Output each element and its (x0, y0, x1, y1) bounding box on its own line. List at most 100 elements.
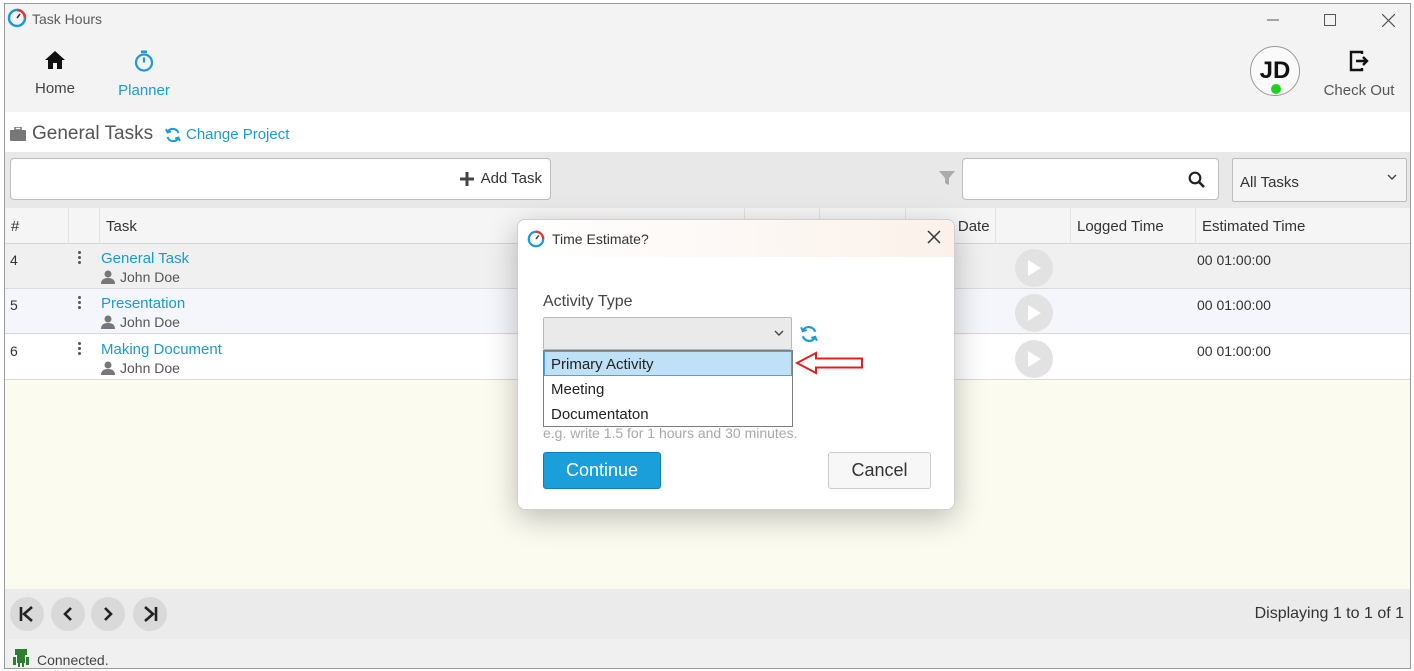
check-out-label: Check Out (1323, 82, 1395, 99)
task-owner-name: John Doe (120, 360, 180, 376)
pagination-info: Displaying 1 to 1 of 1 (1254, 605, 1404, 622)
chevron-down-icon (774, 330, 784, 336)
cancel-button[interactable]: Cancel (828, 452, 931, 489)
estimate-hint: e.g. write 1.5 for 1 hours and 30 minute… (543, 425, 798, 441)
connection-status: Connected. (37, 652, 109, 668)
close-icon (1381, 13, 1395, 27)
task-title-link[interactable]: Presentation (101, 295, 185, 312)
next-page-button[interactable] (91, 597, 125, 631)
task-title-link[interactable]: General Task (101, 250, 189, 267)
activity-type-select[interactable] (543, 317, 792, 350)
first-page-button[interactable] (10, 597, 44, 631)
refresh-icon (165, 127, 181, 142)
avatar-initials: JD (1259, 57, 1291, 84)
prev-page-button[interactable] (51, 597, 85, 631)
estimated-time: 00 01:00:00 (1197, 252, 1271, 268)
annotation-arrow-icon (794, 351, 863, 375)
task-title-link[interactable]: Making Document (101, 341, 222, 358)
nav-home-label: Home (34, 80, 75, 97)
close-icon[interactable] (926, 229, 942, 245)
check-out-button[interactable]: Check Out (1319, 50, 1399, 99)
pagination-bar: Displaying 1 to 1 of 1 (5, 589, 1410, 639)
task-owner-name: John Doe (120, 269, 180, 285)
add-task-button[interactable]: Add Task (459, 170, 542, 187)
activity-option-documentation[interactable]: Documentaton (544, 401, 792, 426)
nav-planner[interactable]: Planner (104, 50, 184, 99)
row-number: 6 (10, 343, 18, 359)
play-icon (1028, 305, 1041, 321)
first-page-icon (19, 606, 33, 622)
nav-home[interactable]: Home (15, 50, 95, 97)
play-icon (1028, 260, 1041, 276)
change-project-link[interactable]: Change Project (165, 126, 289, 143)
filter-icon[interactable] (939, 170, 955, 186)
row-menu-icon[interactable] (75, 296, 83, 310)
chevron-down-icon (1387, 174, 1397, 180)
activity-option-primary[interactable]: Primary Activity (544, 351, 792, 376)
new-task-input[interactable]: Add Task (10, 158, 551, 200)
time-estimate-dialog: Time Estimate? Activity Type e.g. write … (517, 219, 955, 510)
user-icon (101, 270, 115, 284)
home-icon (45, 51, 65, 69)
start-timer-button[interactable] (1015, 294, 1053, 332)
last-page-icon (144, 606, 158, 622)
user-avatar[interactable]: JD (1250, 46, 1300, 96)
task-owner: John Doe (101, 269, 180, 285)
maximize-button[interactable] (1307, 6, 1353, 34)
status-bar: Connected. (5, 639, 1410, 668)
play-icon (1028, 351, 1041, 367)
estimated-time: 00 01:00:00 (1197, 297, 1271, 313)
app-logo-icon (527, 230, 545, 248)
activity-option-meeting[interactable]: Meeting (544, 376, 792, 401)
user-icon (101, 361, 115, 375)
add-task-label: Add Task (480, 170, 542, 187)
estimated-time: 00 01:00:00 (1197, 343, 1271, 359)
maximize-icon (1324, 14, 1336, 26)
activity-type-dropdown: Primary Activity Meeting Documentaton (543, 350, 793, 427)
row-number: 4 (10, 252, 18, 268)
nav-planner-label: Planner (118, 82, 170, 99)
task-owner-name: John Doe (120, 314, 180, 330)
window-title: Task Hours (32, 11, 103, 27)
search-input[interactable] (962, 158, 1219, 200)
row-menu-icon[interactable] (75, 342, 83, 356)
sign-out-icon (1349, 50, 1369, 72)
col-header-estimated-time[interactable]: Estimated Time (1195, 208, 1410, 244)
online-status-dot (1271, 84, 1281, 94)
user-icon (101, 315, 115, 329)
start-timer-button[interactable] (1015, 249, 1053, 287)
app-logo-icon (7, 8, 27, 28)
minimize-icon (1267, 19, 1279, 21)
refresh-icon[interactable] (800, 325, 818, 343)
connection-icon (13, 649, 29, 667)
task-owner: John Doe (101, 314, 180, 330)
plus-icon (459, 171, 474, 186)
col-header-actions (68, 208, 99, 244)
main-toolbar: Home Planner JD Check Out (5, 34, 1410, 112)
stopwatch-icon (134, 50, 154, 72)
chevron-left-icon (63, 607, 72, 621)
activity-type-label: Activity Type (543, 293, 633, 310)
last-page-button[interactable] (133, 597, 167, 631)
row-menu-icon[interactable] (75, 251, 83, 265)
minimize-button[interactable] (1250, 6, 1296, 34)
task-filter-value: All Tasks (1240, 174, 1299, 191)
continue-button[interactable]: Continue (543, 452, 661, 489)
col-header-timer (995, 208, 1070, 244)
task-filter-select[interactable]: All Tasks (1232, 158, 1407, 202)
project-bar: General Tasks Change Project (5, 112, 1410, 152)
task-owner: John Doe (101, 360, 180, 376)
title-bar: Task Hours (5, 4, 1410, 34)
col-header-number[interactable]: # (5, 208, 68, 244)
project-title: General Tasks (32, 123, 154, 144)
chevron-right-icon (104, 607, 113, 621)
col-header-logged-time[interactable]: Logged Time (1070, 208, 1195, 244)
close-window-button[interactable] (1365, 6, 1410, 34)
change-project-label: Change Project (186, 126, 290, 143)
dialog-title: Time Estimate? (552, 231, 649, 247)
start-timer-button[interactable] (1015, 340, 1053, 378)
row-number: 5 (10, 297, 18, 313)
filter-row: Add Task All Tasks (5, 152, 1410, 208)
briefcase-icon (10, 127, 26, 141)
search-icon[interactable] (1188, 171, 1205, 188)
